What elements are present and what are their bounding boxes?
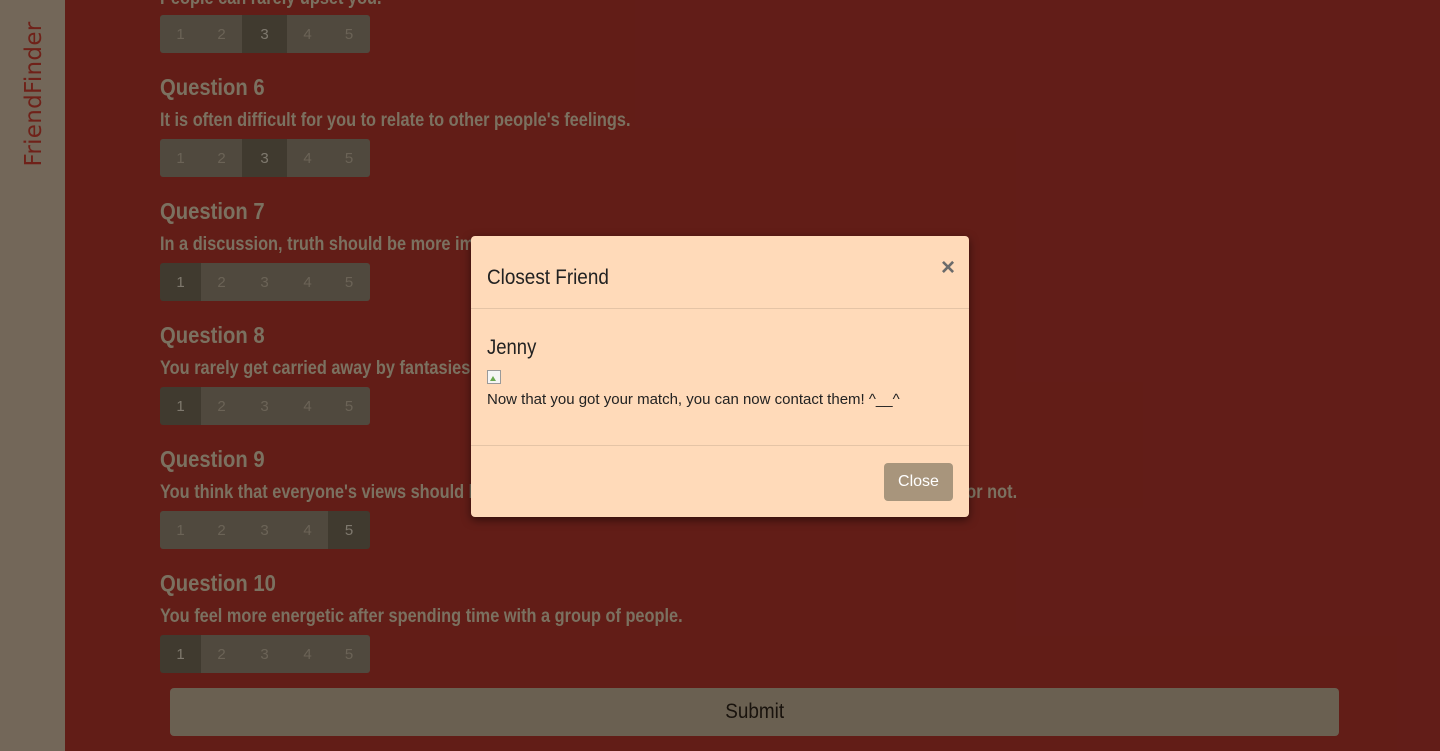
friend-name: Jenny [487, 336, 537, 359]
modal-title: Closest Friend [487, 266, 609, 289]
match-message: Now that you got your match, you can now… [487, 391, 900, 408]
modal-header: Closest Friend × [471, 236, 969, 309]
closest-friend-modal: Closest Friend × Jenny Now that you got … [471, 236, 969, 517]
close-button[interactable]: Close [884, 463, 953, 501]
broken-image-icon [487, 370, 501, 384]
close-icon[interactable]: × [941, 254, 955, 282]
modal-body: Jenny [471, 309, 969, 446]
